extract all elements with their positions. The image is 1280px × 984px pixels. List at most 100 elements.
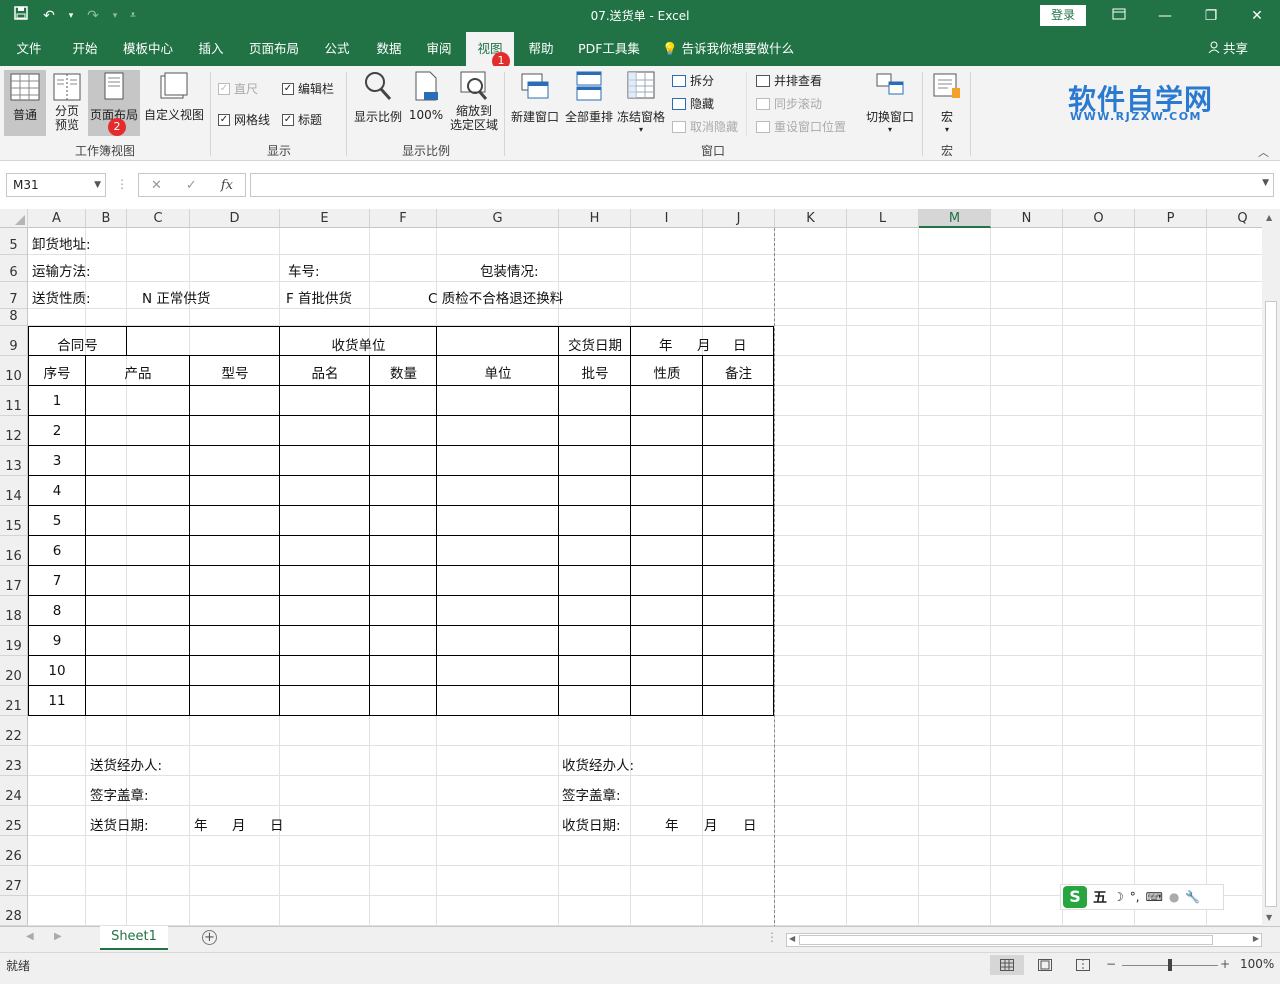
row-header-28[interactable]: 28: [0, 896, 28, 926]
column-header-a[interactable]: A: [28, 209, 86, 228]
tab-page-layout[interactable]: 页面布局: [242, 32, 306, 66]
serial-number-cell[interactable]: 11: [28, 693, 86, 709]
custom-views-button[interactable]: 自定义视图: [142, 70, 206, 136]
hide-button[interactable]: 隐藏: [672, 95, 714, 112]
sogou-ime-icon[interactable]: S: [1063, 886, 1087, 908]
zoom-slider[interactable]: [1122, 959, 1218, 971]
formula-bar-checkbox[interactable]: ✓ 编辑栏: [282, 80, 334, 97]
serial-number-cell[interactable]: 4: [28, 483, 86, 499]
zoom-thumb[interactable]: [1168, 959, 1172, 971]
freeze-panes-button[interactable]: 冻结窗格 ▾: [616, 70, 666, 136]
tell-me-search[interactable]: 💡 告诉我你想要做什么: [662, 32, 796, 66]
close-icon[interactable]: ✕: [1234, 0, 1280, 32]
row-header-24[interactable]: 24: [0, 776, 28, 806]
share-button[interactable]: 共享: [1208, 32, 1264, 66]
formula-input[interactable]: ▼: [250, 173, 1274, 197]
prev-sheet-icon[interactable]: ◀: [26, 931, 34, 942]
punctuation-icon[interactable]: °,: [1130, 890, 1140, 904]
row-header-10[interactable]: 10: [0, 356, 28, 386]
scroll-up-icon[interactable]: ▲: [1266, 213, 1272, 222]
column-header-b[interactable]: B: [86, 209, 127, 228]
keyboard-icon[interactable]: ⌨: [1146, 890, 1163, 904]
row-header-27[interactable]: 27: [0, 866, 28, 896]
row-header-12[interactable]: 12: [0, 416, 28, 446]
minimize-icon[interactable]: —: [1142, 0, 1188, 32]
expand-formula-bar-icon[interactable]: ▼: [1262, 178, 1269, 188]
row-header-18[interactable]: 18: [0, 596, 28, 626]
zoom-in-icon[interactable]: +: [1220, 957, 1230, 971]
serial-number-cell[interactable]: 6: [28, 543, 86, 559]
tab-pdf-tools[interactable]: PDF工具集: [574, 32, 644, 66]
reset-window-position-button[interactable]: 重设窗口位置: [756, 118, 846, 135]
ribbon-display-options-icon[interactable]: [1096, 0, 1142, 32]
restore-icon[interactable]: ❐: [1188, 0, 1234, 32]
column-header-j[interactable]: J: [703, 209, 775, 228]
collapse-ribbon-icon[interactable]: ︿: [1258, 144, 1269, 160]
row-header-20[interactable]: 20: [0, 656, 28, 686]
column-header-q[interactable]: Q: [1207, 209, 1262, 228]
row-header-15[interactable]: 15: [0, 506, 28, 536]
scroll-down-icon[interactable]: ▼: [1266, 913, 1272, 922]
row-header-26[interactable]: 26: [0, 836, 28, 866]
row-header-8[interactable]: 8: [0, 309, 28, 326]
serial-number-cell[interactable]: 10: [28, 663, 86, 679]
row-header-6[interactable]: 6: [0, 255, 28, 282]
tab-template-center[interactable]: 模板中心: [116, 32, 180, 66]
column-header-f[interactable]: F: [370, 209, 437, 228]
horizontal-scrollbar[interactable]: ◀ ▶: [786, 933, 1262, 947]
normal-view-status-icon[interactable]: [990, 955, 1024, 975]
row-header-11[interactable]: 11: [0, 386, 28, 416]
zoom-100-button[interactable]: 100%: [406, 70, 446, 136]
add-sheet-icon[interactable]: +: [202, 930, 217, 945]
tab-formulas[interactable]: 公式: [316, 32, 358, 66]
row-header-22[interactable]: 22: [0, 716, 28, 746]
row-header-14[interactable]: 14: [0, 476, 28, 506]
cancel-icon[interactable]: ✕: [151, 178, 162, 193]
row-header-9[interactable]: 9: [0, 326, 28, 356]
macros-button[interactable]: 宏 ▾: [926, 70, 968, 136]
tab-file[interactable]: 文件: [8, 32, 50, 66]
view-side-by-side-button[interactable]: 并排查看: [756, 72, 822, 89]
tab-data[interactable]: 数据: [368, 32, 410, 66]
row-header-19[interactable]: 19: [0, 626, 28, 656]
column-header-n[interactable]: N: [991, 209, 1063, 228]
column-header-d[interactable]: D: [190, 209, 280, 228]
tab-insert[interactable]: 插入: [190, 32, 232, 66]
synchronous-scrolling-button[interactable]: 同步滚动: [756, 95, 822, 112]
column-header-o[interactable]: O: [1063, 209, 1135, 228]
column-header-g[interactable]: G: [437, 209, 559, 228]
tab-help[interactable]: 帮助: [520, 32, 562, 66]
row-header-16[interactable]: 16: [0, 536, 28, 566]
page-layout-status-icon[interactable]: [1028, 955, 1062, 975]
headings-checkbox[interactable]: ✓ 标题: [282, 111, 322, 128]
vertical-scrollbar[interactable]: ▲ ▼: [1262, 209, 1280, 926]
worksheet-grid[interactable]: ABCDEFGHIJKLMNOPQ 5 6 7 8 9 10 11 12 13 14 15 16 17 1…: [0, 209, 1262, 926]
wrench-icon[interactable]: 🔧: [1185, 890, 1200, 904]
column-header-e[interactable]: E: [280, 209, 370, 228]
tab-home[interactable]: 开始: [62, 32, 108, 66]
serial-number-cell[interactable]: 1: [28, 393, 86, 409]
select-all-corner[interactable]: [0, 209, 28, 228]
scroll-right-icon[interactable]: ▶: [1253, 934, 1259, 943]
split-button[interactable]: 拆分: [672, 72, 714, 89]
next-sheet-icon[interactable]: ▶: [54, 931, 62, 942]
page-break-preview-button[interactable]: 分页 预览: [48, 70, 86, 136]
switch-windows-button[interactable]: 切换窗口 ▾: [862, 70, 918, 136]
ruler-checkbox[interactable]: ✓ 直尺: [218, 80, 258, 97]
zoom-level[interactable]: 100%: [1240, 957, 1274, 971]
column-header-l[interactable]: L: [847, 209, 919, 228]
serial-number-cell[interactable]: 8: [28, 603, 86, 619]
column-header-k[interactable]: K: [775, 209, 847, 228]
chevron-down-icon[interactable]: ▼: [94, 174, 101, 196]
enter-icon[interactable]: ✓: [186, 178, 197, 193]
column-header-m[interactable]: M: [919, 209, 991, 228]
zoom-to-selection-button[interactable]: 缩放到 选定区域: [446, 70, 502, 136]
insert-function-icon[interactable]: fx: [221, 178, 233, 193]
serial-number-cell[interactable]: 7: [28, 573, 86, 589]
column-header-c[interactable]: C: [127, 209, 190, 228]
ime-toolbar[interactable]: S 五 ☽ °, ⌨ ● 🔧: [1060, 884, 1224, 910]
scroll-thumb[interactable]: [1265, 301, 1277, 907]
row-header-17[interactable]: 17: [0, 566, 28, 596]
row-header-7[interactable]: 7: [0, 282, 28, 309]
row-header-25[interactable]: 25: [0, 806, 28, 836]
